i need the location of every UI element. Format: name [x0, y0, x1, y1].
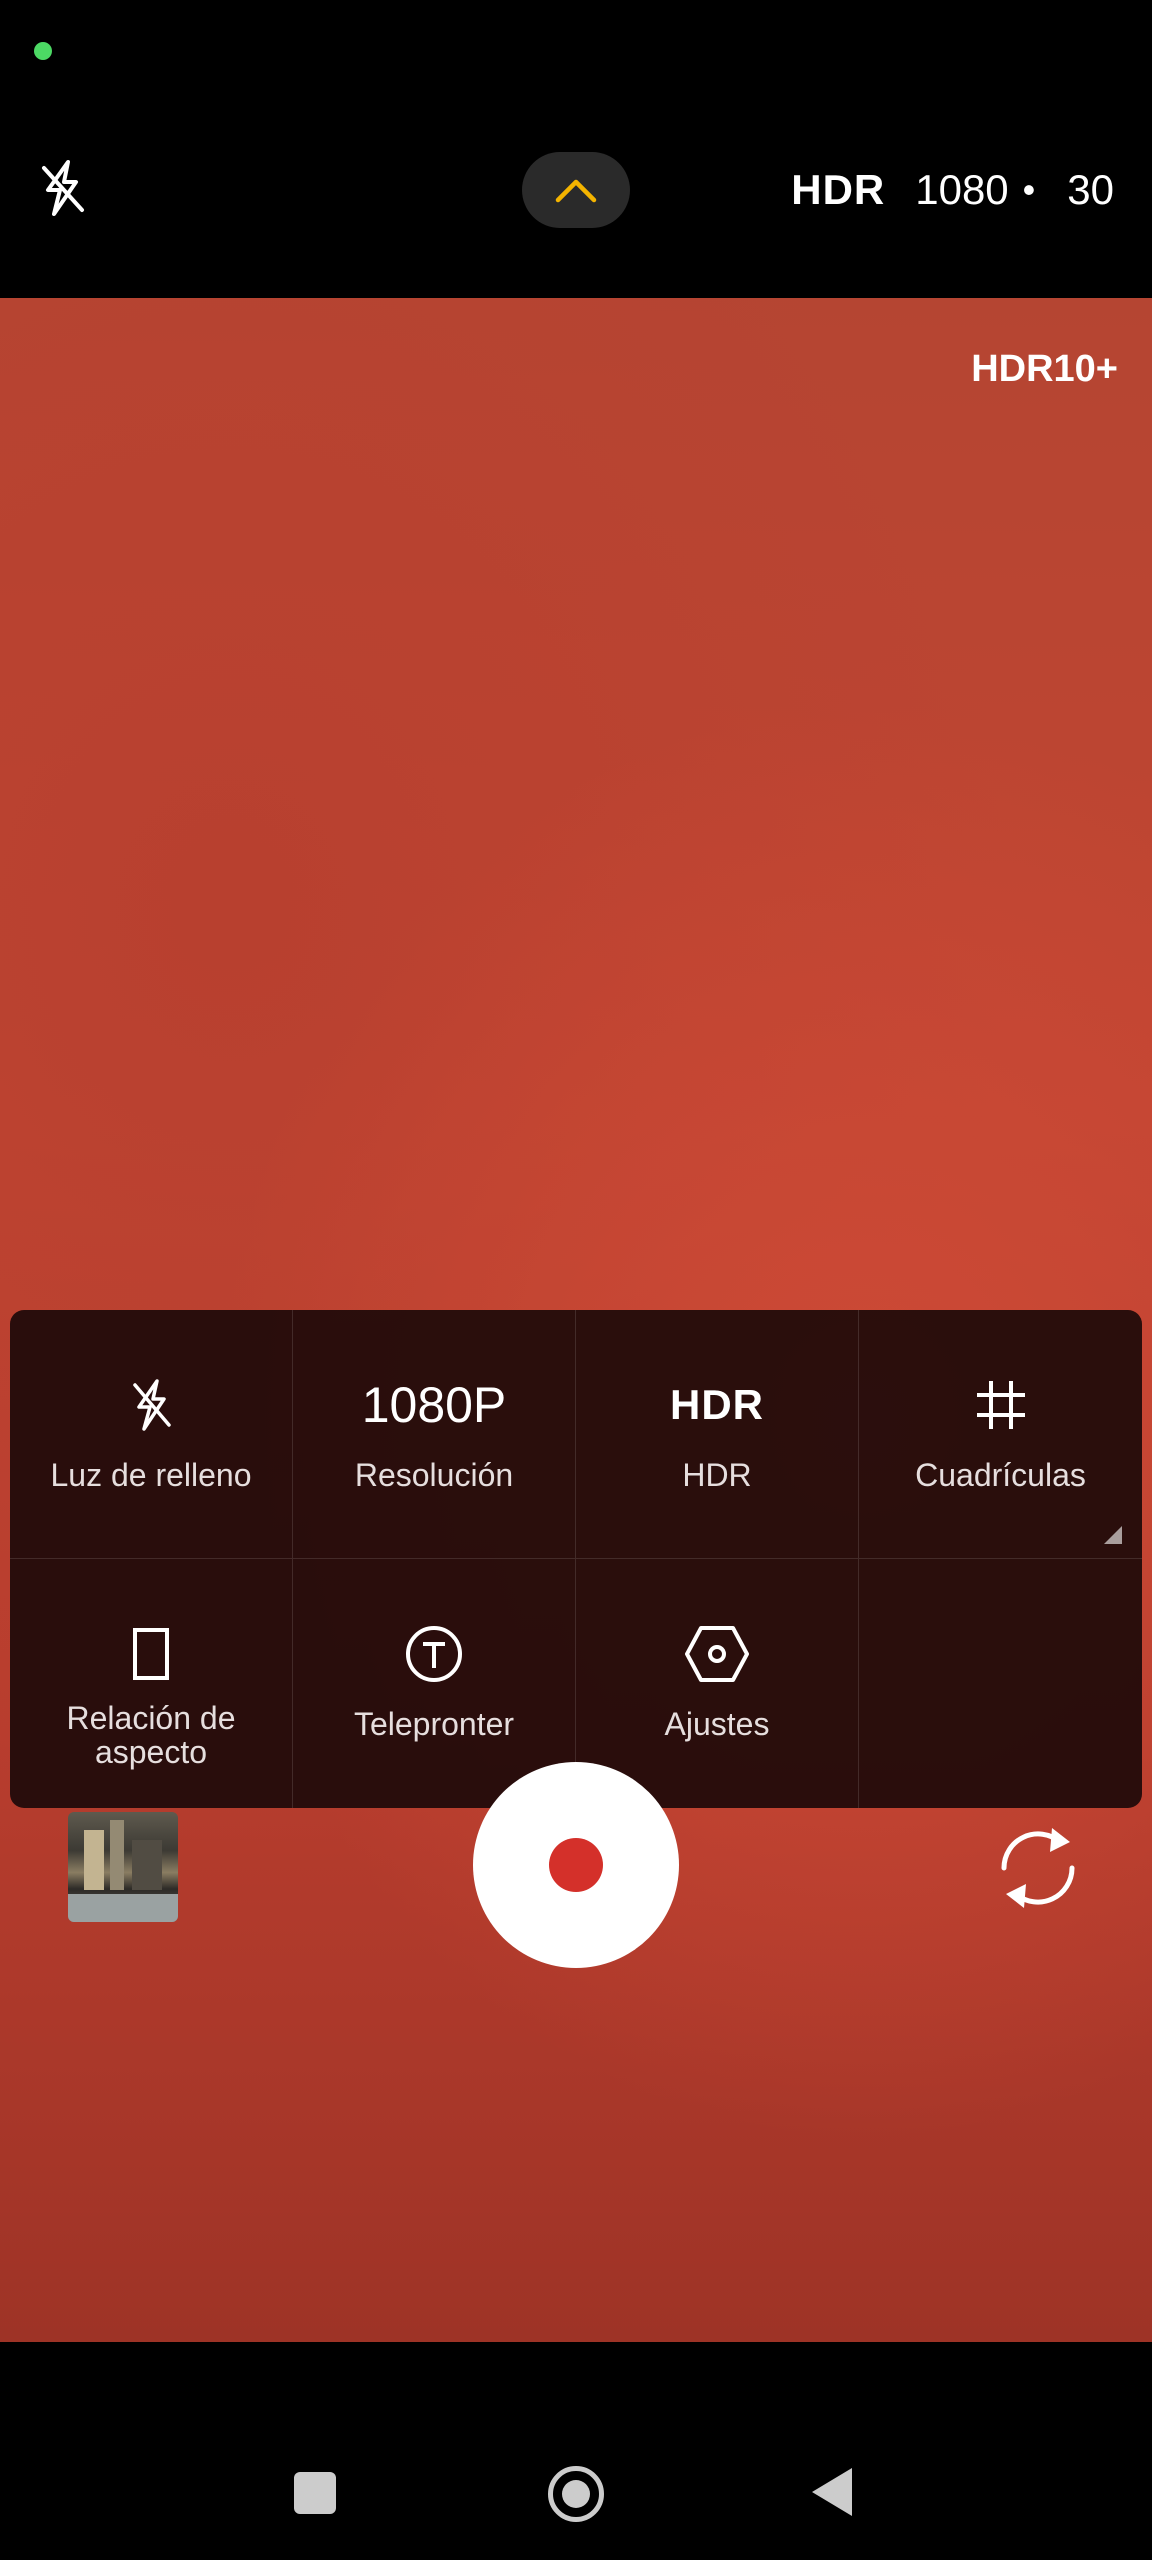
- flash-off-icon[interactable]: [38, 158, 86, 218]
- record-icon: [549, 1838, 603, 1892]
- resolution-label: Resolución: [354, 1457, 514, 1493]
- resolution-toggle[interactable]: 1080: [915, 166, 1008, 214]
- home-button[interactable]: [548, 2466, 604, 2522]
- teleprompter-icon: [404, 1621, 464, 1687]
- hdr-label: HDR: [682, 1457, 752, 1493]
- resolution-option[interactable]: 1080P Resolución: [293, 1310, 576, 1559]
- aspect-ratio-option[interactable]: Relación de aspecto: [10, 1559, 293, 1808]
- hdr10-badge: HDR10+: [971, 348, 1118, 390]
- chevron-up-icon: [555, 179, 597, 203]
- system-navigation-bar: [0, 2342, 1152, 2560]
- expand-settings-button[interactable]: [522, 152, 630, 228]
- settings-label: Ajustes: [664, 1706, 770, 1742]
- flash-off-icon: [129, 1372, 173, 1438]
- aspect-ratio-label: Relación de aspecto: [66, 1700, 236, 1770]
- back-button[interactable]: [812, 2468, 852, 2516]
- grid-label: Cuadrículas: [915, 1457, 1086, 1493]
- record-button[interactable]: [473, 1762, 679, 1968]
- fps-toggle[interactable]: 30: [1067, 166, 1114, 214]
- hdr-option[interactable]: HDR HDR: [576, 1310, 859, 1559]
- video-quick-settings: HDR 1080 • 30: [791, 160, 1114, 220]
- settings-hexagon-icon: [684, 1621, 750, 1687]
- camera-viewfinder[interactable]: HDR10+ Luz de relleno 1080P Resolución H…: [0, 298, 1152, 2342]
- fill-light-label: Luz de relleno: [50, 1457, 252, 1493]
- hdr-icon: HDR: [670, 1381, 764, 1428]
- gallery-thumbnail[interactable]: [68, 1812, 178, 1922]
- empty-cell: [859, 1559, 1142, 1808]
- teleprompter-label: Telepronter: [353, 1706, 515, 1742]
- more-options-indicator: [1104, 1526, 1122, 1544]
- hdr-toggle[interactable]: HDR: [791, 166, 885, 214]
- recents-button[interactable]: [294, 2472, 336, 2514]
- camera-top-bar: HDR 1080 • 30: [0, 0, 1152, 298]
- fill-light-option[interactable]: Luz de relleno: [10, 1310, 293, 1559]
- switch-camera-icon[interactable]: [982, 1812, 1094, 1924]
- grid-option[interactable]: Cuadrículas: [859, 1310, 1142, 1559]
- aspect-ratio-icon: [131, 1621, 171, 1687]
- camera-in-use-indicator: [34, 42, 52, 60]
- resolution-value: 1080P: [361, 1377, 507, 1433]
- grid-icon: [973, 1372, 1029, 1438]
- separator-dot: •: [1022, 169, 1036, 210]
- settings-panel: Luz de relleno 1080P Resolución HDR HDR …: [10, 1310, 1142, 1808]
